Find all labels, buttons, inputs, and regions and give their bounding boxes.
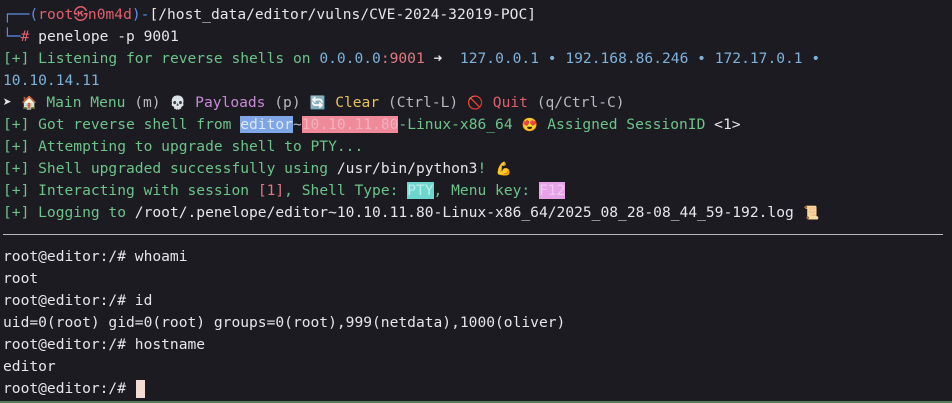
refresh-icon: 🔄	[309, 96, 326, 111]
arrow-icon: ➜	[424, 50, 460, 67]
skull-icon: 💀	[169, 96, 186, 111]
shell-host-badge: editor	[240, 116, 293, 133]
session-id: <1>	[714, 116, 741, 133]
menu-line: ➤ 🏠 Main Menu (m) 💀 Payloads (p) 🔄 Clear…	[3, 92, 948, 114]
session-line: uid=0(root) gid=0(root) groups=0(root),9…	[3, 314, 566, 331]
menu-clear-key: (Ctrl-L)	[379, 94, 467, 111]
menu-payloads-key: (p)	[265, 94, 310, 111]
session-line: root@editor:/# hostname	[3, 336, 206, 353]
interact-session: [1]	[257, 182, 285, 199]
home-icon: 🏠	[20, 96, 38, 111]
interacting-line: [+] Interacting with session [1], Shell …	[3, 180, 948, 202]
text-cursor[interactable]	[135, 380, 145, 398]
logging-text: Logging to	[29, 204, 135, 221]
status-prefix: [+]	[3, 182, 30, 199]
session-line: root@editor:/# id	[3, 292, 153, 309]
upgraded-text: Shell upgraded successfully using	[29, 160, 337, 177]
status-prefix: [+]	[3, 160, 30, 177]
shell-type-label: , Shell Type:	[284, 182, 408, 199]
prompt-close-paren: )	[131, 6, 141, 23]
prompt-at-glyph: ㉿	[73, 6, 88, 23]
prompt-corner-top: ┌──	[3, 6, 30, 23]
logging-line: [+] Logging to /root/.penelope/editor~10…	[3, 202, 948, 224]
prompt-corner-bottom: └─	[3, 28, 21, 45]
listening-wrap-line: 10.10.14.11	[3, 70, 948, 92]
interact-text: Interacting with session	[29, 182, 258, 199]
status-prefix: [+]	[3, 116, 30, 133]
menu-quit-key: (q/Ctrl-C)	[527, 94, 625, 111]
listening-address-wrap: 10.10.14.11	[3, 72, 100, 89]
remote-shell-session[interactable]: root@editor:/# whoami root root@editor:/…	[3, 246, 948, 400]
status-prefix: [+]	[3, 50, 30, 67]
listening-addresses: 127.0.0.1 • 192.168.86.246 • 172.17.0.1 …	[459, 50, 821, 67]
attempt-line: [+] Attempting to upgrade shell to PTY..…	[3, 136, 948, 158]
menu-main-key: (m)	[125, 94, 170, 111]
heart-eyes-icon: 😍	[521, 118, 539, 133]
terminal-output: ┌──(root㉿n0m4d)-[/host_data/editor/vulns…	[3, 4, 948, 224]
prompt-top-line: ┌──(root㉿n0m4d)-[/host_data/editor/vulns…	[3, 4, 948, 26]
output-separator	[3, 234, 943, 235]
menu-marker: ➤	[3, 94, 21, 111]
menu-main-label: Main Menu	[37, 94, 126, 111]
got-shell-text: Got reverse shell from	[29, 116, 241, 133]
session-line: editor	[3, 358, 56, 375]
menu-payloads-label: Payloads	[186, 94, 266, 111]
upgraded-path: /usr/bin/python3	[336, 160, 478, 177]
upgraded-excl: !	[477, 160, 496, 177]
assigned-text: Assigned SessionID	[538, 116, 715, 133]
menu-key-label: , Menu key:	[433, 182, 539, 199]
prompt-command-line: └─# penelope -p 9001	[3, 26, 948, 48]
no-entry-icon: 🚫	[467, 96, 484, 111]
menu-key-badge: F12	[538, 182, 566, 199]
shell-platform: -Linux-x86_64	[398, 116, 522, 133]
current-prompt: root@editor:/#	[3, 380, 135, 397]
listening-port: :9001	[380, 50, 425, 67]
session-line: root	[3, 270, 39, 287]
prompt-path: [/host_data/editor/vulns/CVE-2024-32019-…	[149, 6, 537, 23]
status-prefix: [+]	[3, 204, 30, 221]
attempt-text: Attempting to upgrade shell to PTY...	[29, 138, 364, 155]
scroll-icon: 📜	[802, 206, 820, 221]
prompt-host: n0m4d	[87, 6, 132, 23]
listening-bind-ip: 0.0.0.0	[319, 50, 381, 67]
shell-type-badge: PTY	[407, 182, 434, 199]
got-shell-line: [+] Got reverse shell from editor~10.10.…	[3, 114, 948, 136]
menu-quit-label: Quit	[484, 94, 528, 111]
log-path: /root/.penelope/editor~10.10.11.80-Linux…	[134, 204, 803, 221]
session-line: root@editor:/# whoami	[3, 248, 188, 265]
current-prompt-line[interactable]: root@editor:/#	[3, 378, 948, 400]
prompt-command: penelope -p 9001	[29, 28, 179, 45]
shell-tilde: ~	[292, 116, 302, 133]
shell-ip-badge: 10.10.11.80	[301, 116, 399, 133]
muscle-icon: 💪	[495, 162, 512, 177]
upgraded-line: [+] Shell upgraded successfully using /u…	[3, 158, 948, 180]
prompt-user: root	[38, 6, 74, 23]
menu-clear-label: Clear	[326, 94, 380, 111]
listening-text: Listening for reverse shells on	[29, 50, 320, 67]
prompt-open-paren: (	[29, 6, 39, 23]
status-prefix: [+]	[3, 138, 30, 155]
listening-line: [+] Listening for reverse shells on 0.0.…	[3, 48, 948, 70]
